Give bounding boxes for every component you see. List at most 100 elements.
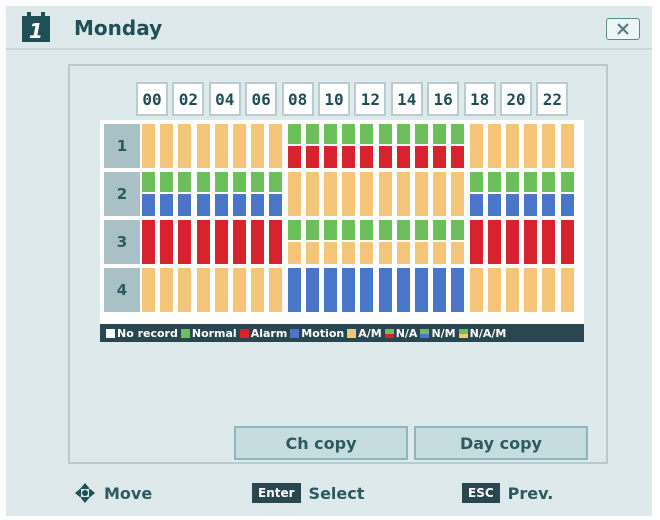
- schedule-cell[interactable]: [196, 194, 210, 216]
- schedule-cell[interactable]: [287, 220, 301, 240]
- schedule-cell[interactable]: [287, 172, 301, 216]
- schedule-cell[interactable]: [396, 124, 410, 144]
- schedule-cell[interactable]: [487, 268, 501, 312]
- schedule-cell[interactable]: [251, 220, 265, 264]
- schedule-cell[interactable]: [342, 172, 356, 216]
- schedule-cell[interactable]: [378, 146, 392, 168]
- schedule-cell[interactable]: [506, 268, 519, 312]
- schedule-cell[interactable]: [160, 194, 174, 216]
- schedule-cell[interactable]: [433, 172, 447, 216]
- schedule-cell[interactable]: [214, 124, 228, 168]
- schedule-cell[interactable]: [524, 124, 538, 168]
- schedule-cell[interactable]: [160, 124, 174, 168]
- schedule-cell[interactable]: [378, 124, 392, 144]
- schedule-cell[interactable]: [378, 172, 392, 216]
- schedule-cell[interactable]: [342, 146, 356, 168]
- schedule-cell[interactable]: [142, 124, 155, 168]
- schedule-cell[interactable]: [251, 172, 265, 192]
- schedule-cell[interactable]: [524, 268, 538, 312]
- schedule-cell[interactable]: [324, 268, 337, 312]
- schedule-cell[interactable]: [524, 172, 538, 192]
- schedule-cell[interactable]: [251, 124, 265, 168]
- schedule-cell[interactable]: [196, 268, 210, 312]
- schedule-cell[interactable]: [214, 268, 228, 312]
- schedule-cell[interactable]: [560, 220, 574, 264]
- schedule-cell[interactable]: [560, 172, 574, 192]
- schedule-cell[interactable]: [269, 172, 283, 192]
- schedule-cell[interactable]: [324, 172, 337, 216]
- schedule-cell[interactable]: [396, 220, 410, 240]
- schedule-cell[interactable]: [214, 220, 228, 264]
- schedule-cell[interactable]: [360, 124, 374, 144]
- schedule-cell[interactable]: [451, 268, 465, 312]
- schedule-cell[interactable]: [305, 220, 319, 240]
- schedule-cell[interactable]: [396, 146, 410, 168]
- schedule-cell[interactable]: [233, 194, 246, 216]
- schedule-cell[interactable]: [415, 146, 428, 168]
- schedule-cell[interactable]: [360, 146, 374, 168]
- schedule-cell[interactable]: [287, 146, 301, 168]
- schedule-cell[interactable]: [324, 220, 337, 240]
- schedule-cell[interactable]: [560, 268, 574, 312]
- schedule-cell[interactable]: [415, 172, 428, 216]
- schedule-cell[interactable]: [360, 220, 374, 240]
- close-button[interactable]: [606, 18, 640, 40]
- schedule-cell[interactable]: [196, 172, 210, 192]
- schedule-cell[interactable]: [433, 268, 447, 312]
- schedule-cell[interactable]: [542, 220, 556, 264]
- schedule-cell[interactable]: [506, 194, 519, 216]
- schedule-cell[interactable]: [160, 172, 174, 192]
- schedule-cell[interactable]: [178, 220, 192, 264]
- schedule-cell[interactable]: [378, 242, 392, 264]
- schedule-cell[interactable]: [142, 194, 155, 216]
- schedule-cell[interactable]: [451, 220, 465, 240]
- schedule-cell[interactable]: [396, 268, 410, 312]
- schedule-cell[interactable]: [251, 268, 265, 312]
- schedule-cell[interactable]: [269, 268, 283, 312]
- schedule-cell[interactable]: [415, 242, 428, 264]
- schedule-cell[interactable]: [269, 124, 283, 168]
- schedule-cell[interactable]: [542, 124, 556, 168]
- schedule-cell[interactable]: [324, 124, 337, 144]
- schedule-cell[interactable]: [342, 124, 356, 144]
- schedule-cell[interactable]: [287, 124, 301, 144]
- schedule-cell[interactable]: [542, 194, 556, 216]
- schedule-cell[interactable]: [560, 124, 574, 168]
- schedule-cell[interactable]: [487, 194, 501, 216]
- schedule-cell[interactable]: [506, 124, 519, 168]
- schedule-cell[interactable]: [214, 172, 228, 192]
- schedule-cell[interactable]: [342, 220, 356, 240]
- schedule-cell[interactable]: [451, 124, 465, 144]
- schedule-cell[interactable]: [269, 220, 283, 264]
- schedule-cell[interactable]: [469, 124, 483, 168]
- schedule-cell[interactable]: [178, 194, 192, 216]
- schedule-cell[interactable]: [524, 220, 538, 264]
- schedule-cell[interactable]: [324, 146, 337, 168]
- schedule-cell[interactable]: [469, 268, 483, 312]
- schedule-cell[interactable]: [324, 242, 337, 264]
- schedule-cell[interactable]: [396, 172, 410, 216]
- channel-label-4[interactable]: 4: [104, 268, 140, 312]
- schedule-cell[interactable]: [415, 124, 428, 144]
- schedule-cell[interactable]: [469, 194, 483, 216]
- schedule-cell[interactable]: [142, 172, 155, 192]
- schedule-cell[interactable]: [160, 220, 174, 264]
- schedule-cell[interactable]: [233, 268, 246, 312]
- schedule-cell[interactable]: [251, 194, 265, 216]
- schedule-cell[interactable]: [287, 242, 301, 264]
- schedule-cell[interactable]: [360, 172, 374, 216]
- schedule-cell[interactable]: [487, 172, 501, 192]
- schedule-cell[interactable]: [415, 268, 428, 312]
- schedule-cell[interactable]: [178, 172, 192, 192]
- schedule-cell[interactable]: [360, 242, 374, 264]
- schedule-cell[interactable]: [560, 194, 574, 216]
- schedule-cell[interactable]: [469, 220, 483, 264]
- schedule-cell[interactable]: [233, 172, 246, 192]
- schedule-cell[interactable]: [342, 242, 356, 264]
- schedule-cell[interactable]: [451, 172, 465, 216]
- channel-label-1[interactable]: 1: [104, 124, 140, 168]
- schedule-cell[interactable]: [396, 242, 410, 264]
- schedule-cell[interactable]: [305, 268, 319, 312]
- schedule-cell[interactable]: [196, 124, 210, 168]
- schedule-cell[interactable]: [196, 220, 210, 264]
